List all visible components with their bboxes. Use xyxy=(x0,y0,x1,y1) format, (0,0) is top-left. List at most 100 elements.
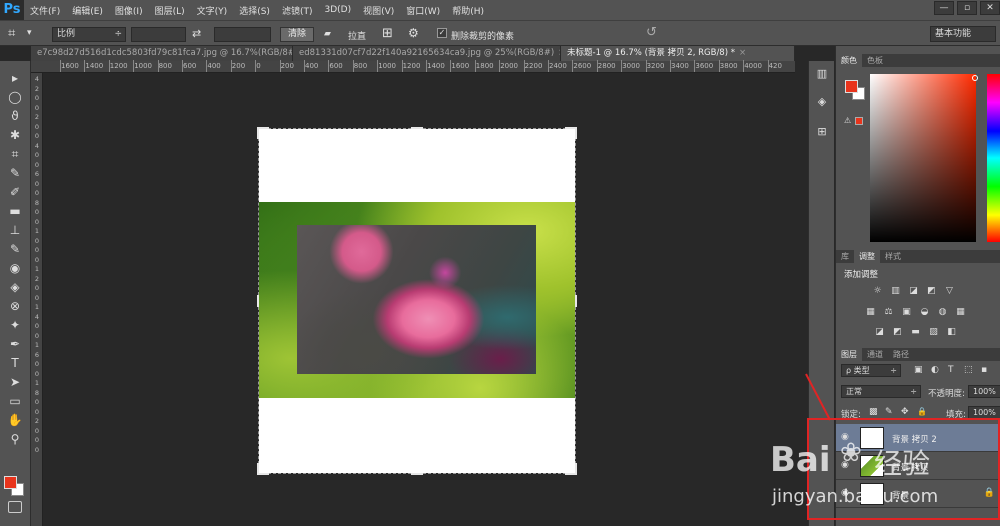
threshold-icon[interactable]: ▬ xyxy=(910,327,921,337)
type-tool-icon[interactable]: T xyxy=(6,354,24,372)
grid-overlay-icon[interactable]: ⊞ xyxy=(382,26,393,41)
lock-transparent-icon[interactable]: ▩ xyxy=(869,407,878,417)
crop-handle-bottom-left[interactable] xyxy=(257,463,269,475)
quick-select-tool-icon[interactable]: ✱ xyxy=(6,126,24,144)
menu-select[interactable]: 选择(S) xyxy=(233,4,276,17)
eraser-tool-icon[interactable]: ◉ xyxy=(6,259,24,277)
menu-filter[interactable]: 滤镜(T) xyxy=(276,4,319,17)
exposure-icon[interactable]: ◩ xyxy=(926,286,937,296)
menu-window[interactable]: 窗口(W) xyxy=(400,4,446,17)
menu-type[interactable]: 文字(Y) xyxy=(191,4,234,17)
swap-icon[interactable]: ⇄ xyxy=(192,27,201,40)
menu-edit[interactable]: 编辑(E) xyxy=(66,4,109,17)
stamp-tool-icon[interactable]: ⊥ xyxy=(6,221,24,239)
document-canvas[interactable] xyxy=(257,127,577,475)
tab-channels[interactable]: 通道 xyxy=(862,348,888,361)
lock-all-icon[interactable]: 🔒 xyxy=(917,407,927,416)
brush-preset-icon[interactable]: ⊞ xyxy=(813,123,831,141)
posterize-icon[interactable]: ◩ xyxy=(892,327,903,337)
photo-filter-icon[interactable]: ◒ xyxy=(919,307,930,317)
history-icon[interactable]: ▥ xyxy=(813,65,831,83)
brush-tool-icon[interactable]: ▬ xyxy=(6,202,24,220)
menu-help[interactable]: 帮助(H) xyxy=(446,4,490,17)
straighten-icon[interactable]: ▰ xyxy=(324,29,331,39)
pen-tool-icon[interactable]: ✒ xyxy=(6,335,24,353)
channel-mixer-icon[interactable]: ◍ xyxy=(937,307,948,317)
crop-handle-top[interactable] xyxy=(411,127,423,129)
clear-button[interactable]: 清除 xyxy=(280,27,314,42)
close-button[interactable]: ✕ xyxy=(980,1,1000,15)
blend-mode-select[interactable]: 正常 ÷ xyxy=(841,385,921,398)
crop-handle-top-right[interactable] xyxy=(565,127,577,139)
hue-slider[interactable] xyxy=(987,74,1000,242)
color-saturation-field[interactable] xyxy=(870,74,976,242)
tab-color[interactable]: 颜色 xyxy=(836,54,862,67)
crop-handle-top-left[interactable] xyxy=(257,127,269,139)
type-filter-icon[interactable]: T xyxy=(948,365,954,375)
foreground-color-swatch[interactable] xyxy=(845,80,858,93)
gamut-warning-icon[interactable]: ⚠ xyxy=(844,116,851,125)
zoom-tool-icon[interactable]: ⚲ xyxy=(6,430,24,448)
move-tool-icon[interactable]: ▸ xyxy=(6,69,24,87)
toolbar-foreground-swatch[interactable] xyxy=(4,476,17,489)
shape-tool-icon[interactable]: ▭ xyxy=(6,392,24,410)
vibrance-icon[interactable]: ▽ xyxy=(944,286,955,296)
smart-object-filter-icon[interactable]: ▪ xyxy=(981,365,987,375)
crop-tool-icon[interactable]: ⌗ xyxy=(6,145,24,163)
workspace-select[interactable]: 基本功能 xyxy=(930,26,996,42)
restore-button[interactable]: ▫ xyxy=(957,1,977,15)
crop-tool-icon[interactable]: ⌗ xyxy=(8,26,15,41)
tab-layers[interactable]: 图层 xyxy=(836,348,862,361)
selective-color-icon[interactable]: ▨ xyxy=(928,327,939,337)
menu-image[interactable]: 图像(I) xyxy=(109,4,149,17)
crop-marquee[interactable] xyxy=(258,128,576,474)
dodge-tool-icon[interactable]: ✦ xyxy=(6,316,24,334)
adjustment-filter-icon[interactable]: ◐ xyxy=(931,365,939,375)
levels-icon[interactable]: ▥ xyxy=(890,286,901,296)
crop-handle-right[interactable] xyxy=(575,295,577,307)
opacity-input[interactable]: 100% xyxy=(968,385,1000,398)
menu-layer[interactable]: 图层(L) xyxy=(149,4,191,17)
tab-styles[interactable]: 样式 xyxy=(880,250,906,263)
marquee-tool-icon[interactable]: ◯ xyxy=(6,88,24,106)
quick-mask-icon[interactable] xyxy=(8,501,22,513)
menu-view[interactable]: 视图(V) xyxy=(357,4,400,17)
lock-pixels-icon[interactable]: ✎ xyxy=(885,407,893,417)
tab-paths[interactable]: 路径 xyxy=(888,348,914,361)
lasso-tool-icon[interactable]: ϑ xyxy=(6,107,24,125)
layer-filter-select[interactable]: ρ 类型 ÷ xyxy=(841,364,901,377)
close-icon[interactable]: × xyxy=(739,48,746,58)
crop-handle-bottom-right[interactable] xyxy=(565,463,577,475)
brightness-icon[interactable]: ☼ xyxy=(872,286,883,296)
tab-libraries[interactable]: 库 xyxy=(836,250,854,263)
canvas-area[interactable] xyxy=(43,73,795,526)
gamut-color-swatch[interactable] xyxy=(855,117,863,125)
ratio-width-input[interactable] xyxy=(131,27,186,42)
delete-cropped-checkbox[interactable]: ✓ xyxy=(437,28,447,38)
document-tab-3[interactable]: 未标题-1 @ 16.7% (背景 拷贝 2, RGB/8) * × xyxy=(561,46,795,61)
crop-handle-bottom[interactable] xyxy=(411,473,423,475)
path-select-tool-icon[interactable]: ➤ xyxy=(6,373,24,391)
lock-position-icon[interactable]: ✥ xyxy=(901,407,909,417)
shape-filter-icon[interactable]: ⬚ xyxy=(964,365,973,375)
ratio-height-input[interactable] xyxy=(214,27,271,42)
eyedropper-tool-icon[interactable]: ✎ xyxy=(6,164,24,182)
menu-3d[interactable]: 3D(D) xyxy=(318,5,357,15)
reset-icon[interactable]: ↺ xyxy=(646,25,657,40)
color-lookup-icon[interactable]: ▦ xyxy=(955,307,966,317)
chevron-down-icon[interactable]: ▾ xyxy=(27,28,32,38)
straighten-label[interactable]: 拉直 xyxy=(348,29,366,42)
black-white-icon[interactable]: ▣ xyxy=(901,307,912,317)
gradient-tool-icon[interactable]: ◈ xyxy=(6,278,24,296)
document-tab-2[interactable]: ed81331d07cf7d22f140a92165634ca9.jpg @ 2… xyxy=(293,46,561,61)
color-picker-cursor[interactable] xyxy=(972,75,978,81)
blur-tool-icon[interactable]: ⊗ xyxy=(6,297,24,315)
invert-icon[interactable]: ◪ xyxy=(874,327,885,337)
menu-file[interactable]: 文件(F) xyxy=(24,4,66,17)
curves-icon[interactable]: ◪ xyxy=(908,286,919,296)
color-balance-icon[interactable]: ⚖ xyxy=(883,307,894,317)
image-filter-icon[interactable]: ▣ xyxy=(914,365,923,375)
minimize-button[interactable]: — xyxy=(934,1,954,15)
gradient-map-icon[interactable]: ◧ xyxy=(946,327,957,337)
hand-tool-icon[interactable]: ✋ xyxy=(6,411,24,429)
